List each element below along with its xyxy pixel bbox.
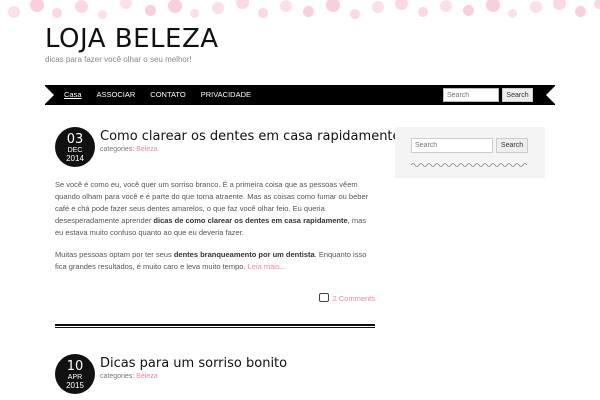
sidebar-search-widget: Search [395,127,545,178]
comment-bubble-icon [319,293,330,302]
decorative-dot [75,0,88,13]
decorative-dot [98,10,107,19]
decorative-dot [145,5,156,16]
post-date-year: 2015 [66,381,84,390]
decorative-dot [30,0,44,12]
nav-menu: Casa ASSOCIAR CONTATO PRIVACIDADE [64,85,266,105]
sidebar-search-button[interactable]: Search [496,138,528,153]
decorative-dot [168,0,182,13]
post-categories: categories: Beleza [100,373,158,380]
decorative-dot [8,6,20,18]
excerpt-text: Muitas pessoas optam por ter seus [55,250,174,259]
decorative-dots-banner [0,0,600,22]
nav-item-casa[interactable]: Casa [64,85,82,105]
site-tagline: dicas para fazer você olhar o seu melhor… [45,55,192,64]
excerpt-paragraph: Muitas pessoas optam por ter seus dentes… [55,249,375,273]
nav-search-input[interactable] [443,88,499,102]
categories-label: categories: [100,146,135,153]
comments-link[interactable]: 2 Comments [319,293,375,303]
main-navigation: Casa ASSOCIAR CONTATO PRIVACIDADE Search [44,85,556,105]
wavy-divider [411,163,528,167]
decorative-dot [350,9,360,19]
post-date-year: 2014 [66,154,84,163]
nav-item-privacidade[interactable]: PRIVACIDADE [201,85,251,105]
decorative-dot [594,0,600,9]
post-date-month: DEC [67,147,83,154]
nav-search-button[interactable]: Search [502,88,533,102]
decorative-dot [395,0,408,10]
post-article: 03 DEC 2014 Como clarear os dentes em ca… [55,127,401,322]
decorative-dot [236,0,249,9]
excerpt-bold-text: dicas de como clarear os dentes em casa … [153,216,348,225]
category-link[interactable]: Beleza [136,146,157,153]
decorative-dot [326,0,340,12]
decorative-dot [575,6,586,17]
decorative-dot [553,0,566,10]
nav-item-contato[interactable]: CONTATO [150,85,185,105]
decorative-dot [120,0,132,9]
excerpt-bold-text: dentes branqueamento por um dentista [173,250,315,259]
decorative-dot [530,1,542,13]
decorative-dot [372,1,384,13]
category-link[interactable]: Beleza [136,373,157,380]
decorative-dot [303,6,314,17]
decorative-dot [258,8,268,18]
post-excerpt: Se você é como eu, você quer um sorriso … [55,179,375,283]
excerpt-paragraph: Se você é como eu, você quer um sorriso … [55,179,375,239]
post-date-day: 03 [66,132,84,147]
post-title-link[interactable]: Dicas para um sorriso bonito [100,356,287,371]
post-date-badge: 03 DEC 2014 [55,127,95,167]
site-title[interactable]: LOJA BELEZA [45,24,219,54]
ribbon-left-notch [44,85,54,105]
decorative-dot [212,2,224,14]
decorative-dot [486,0,500,12]
ribbon-right-notch [546,85,556,105]
decorative-dot [190,9,199,18]
decorative-dot [440,0,452,12]
post-date-month: APR [67,374,83,381]
decorative-dot [508,9,517,18]
decorative-dot [463,5,474,16]
post-date-badge: 10 APR 2015 [55,354,95,394]
post-article: 10 APR 2015 Dicas para um sorriso bonito… [55,354,375,394]
decorative-dot [280,0,292,12]
decorative-dot [418,7,428,17]
post-categories: categories: Beleza [100,146,158,153]
sidebar-search-input[interactable] [411,138,493,153]
categories-label: categories: [100,373,135,380]
read-more-link[interactable]: Leia mais... [248,262,286,271]
post-title-link[interactable]: Como clarear os dentes em casa rapidamen… [100,129,401,144]
post-divider [55,324,375,328]
decorative-dot [52,8,62,18]
nav-item-associar[interactable]: ASSOCIAR [97,85,136,105]
post-date-day: 10 [66,359,84,374]
comments-count: 2 Comments [332,294,375,303]
